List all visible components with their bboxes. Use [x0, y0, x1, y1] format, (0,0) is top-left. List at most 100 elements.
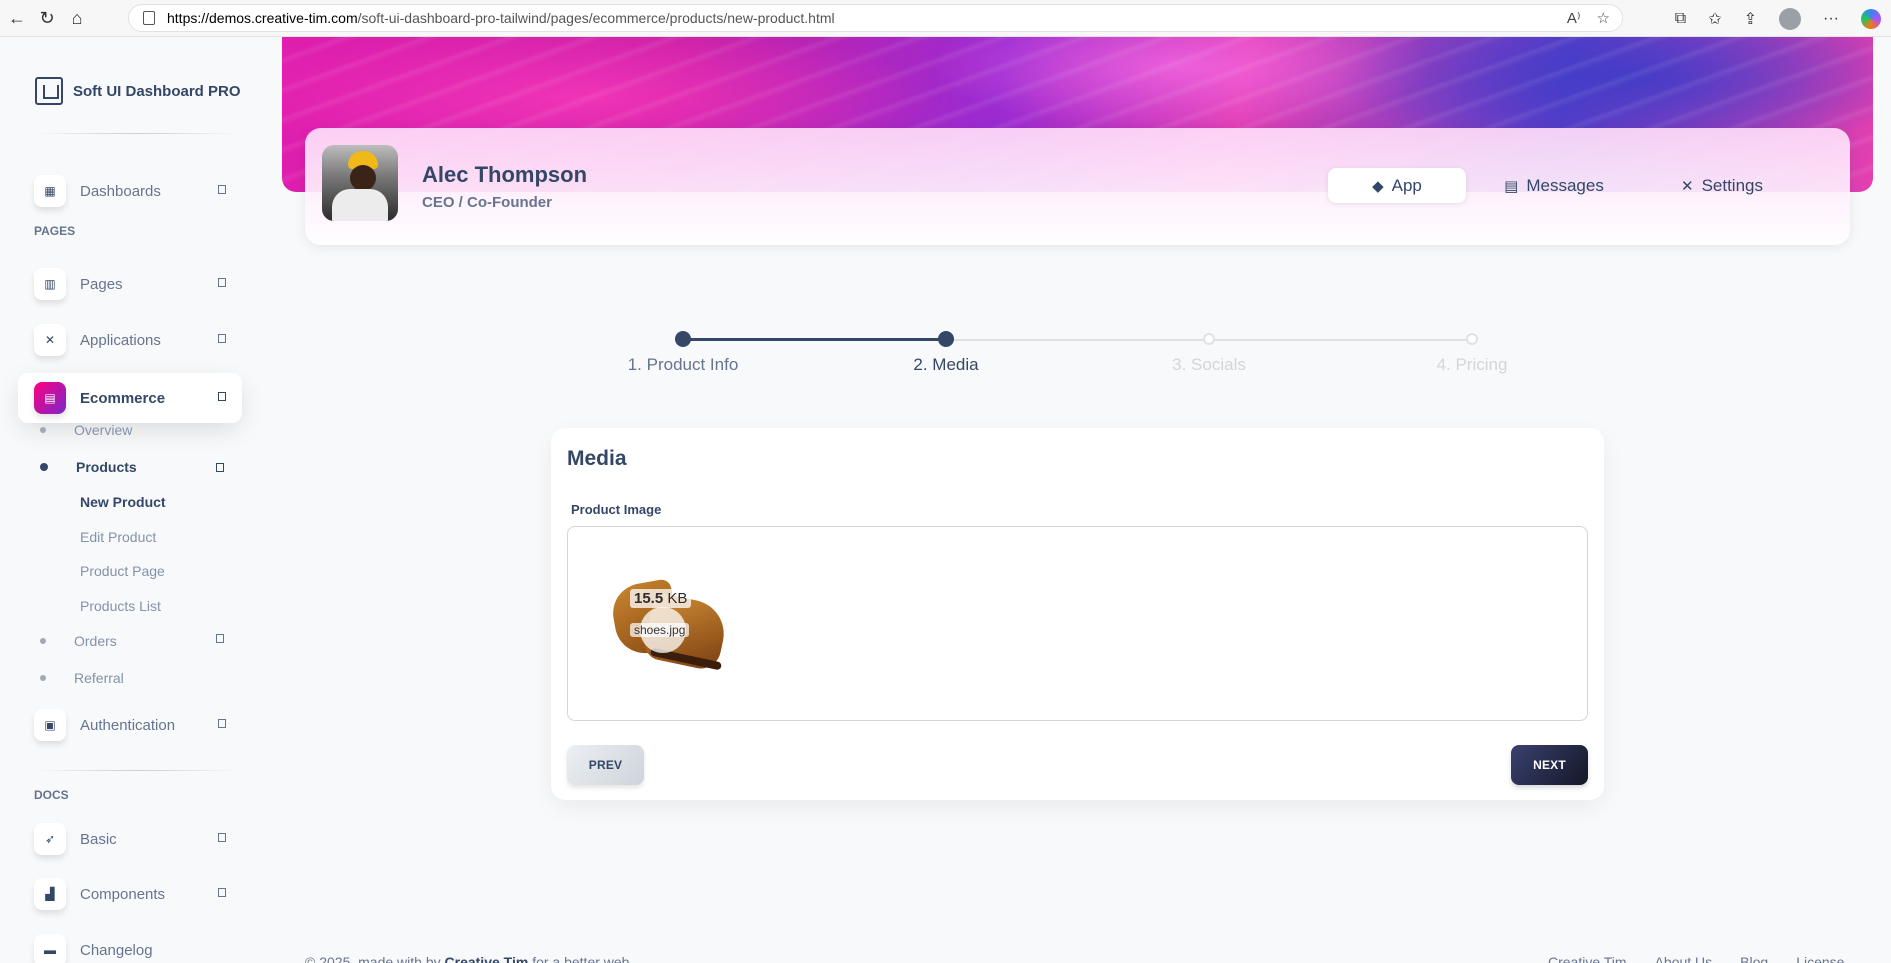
footer-link-license[interactable]: License: [1796, 954, 1844, 963]
brand[interactable]: Soft UI Dashboard PRO: [35, 77, 241, 105]
sidebar-item-dashboards[interactable]: ▦ Dashboards: [18, 166, 242, 216]
section-label-docs: DOCS: [34, 788, 69, 802]
product-image-label: Product Image: [571, 502, 662, 517]
file-name: shoes.jpg: [630, 623, 690, 637]
tab-label: Settings: [1701, 175, 1763, 195]
sidebar-divider: [35, 770, 240, 771]
step-label-product-info[interactable]: 1. Product Info: [628, 355, 739, 375]
office-icon: ▥: [34, 268, 66, 300]
document-icon: ▣: [34, 709, 66, 741]
footer-brand-link[interactable]: Creative Tim: [445, 954, 529, 963]
chevron-icon: [218, 278, 226, 287]
sidebar-item-pages[interactable]: ▥ Pages: [18, 259, 242, 309]
step-label-socials[interactable]: 3. Socials: [1172, 355, 1246, 375]
sidebar-item-label: Changelog: [80, 941, 153, 959]
sidebar-item-changelog[interactable]: ▬ Changelog: [18, 925, 242, 963]
media-card: Media Product Image 15.5 KB ✕ shoes.jpg …: [551, 428, 1604, 800]
sidebar-link-product-page[interactable]: Product Page: [80, 563, 165, 579]
sidebar-subitem-products[interactable]: Products: [40, 459, 137, 475]
messages-icon: ▤: [1504, 177, 1519, 195]
brand-logo-icon: [35, 77, 63, 105]
share-icon[interactable]: ⇪: [1744, 9, 1757, 29]
next-button[interactable]: NEXT: [1511, 745, 1588, 785]
step-label-media[interactable]: 2. Media: [913, 355, 978, 375]
tools-icon: ✕: [34, 324, 66, 356]
brand-name: Soft UI Dashboard PRO: [73, 82, 241, 100]
sidebar-subitem-referral[interactable]: Referral: [40, 670, 124, 686]
bullet-icon: [40, 463, 48, 471]
sidebar-subitem-label: Referral: [74, 670, 124, 686]
file-size-value: 15.5: [634, 590, 664, 607]
sidebar-subitem-label: Products: [76, 459, 137, 475]
cube-icon: ◆: [1372, 177, 1384, 195]
step-label-pricing[interactable]: 4. Pricing: [1437, 355, 1508, 375]
browser-profile-icon[interactable]: [1779, 7, 1802, 30]
sidebar-item-applications[interactable]: ✕ Applications: [18, 315, 242, 365]
sidebar-item-label: Pages: [80, 275, 123, 293]
sidebar-subitem-overview[interactable]: Overview: [40, 422, 132, 438]
sidebar-link-products-list[interactable]: Products List: [80, 598, 161, 614]
section-label-pages: PAGES: [34, 224, 76, 238]
tab-app[interactable]: ◆ App: [1328, 168, 1466, 203]
sidebar-item-label: Basic: [80, 830, 117, 848]
back-icon[interactable]: ←: [2, 3, 32, 33]
sidebar-item-label: Components: [80, 885, 166, 903]
media-title: Media: [567, 447, 627, 470]
avatar: [322, 145, 398, 221]
chevron-icon: [216, 634, 224, 643]
sidebar-item-label: Authentication: [80, 716, 176, 734]
sidebar-item-label: Ecommerce: [80, 389, 166, 407]
footer-copyright: © 2025, made with by Creative Tim for a …: [305, 954, 633, 963]
read-aloud-icon[interactable]: A⁾: [1567, 9, 1581, 27]
refresh-icon[interactable]: ↻: [32, 3, 62, 33]
extensions-icon[interactable]: ⧉: [1675, 10, 1686, 28]
footer-prefix: © 2025, made with by: [305, 954, 441, 963]
tab-settings[interactable]: ✕ Settings: [1642, 168, 1802, 203]
step-dot-2[interactable]: [938, 331, 954, 347]
components-icon: ▟: [34, 878, 66, 910]
sidebar-item-authentication[interactable]: ▣ Authentication: [18, 700, 242, 750]
sidebar-item-label: Dashboards: [80, 182, 161, 200]
address-bar[interactable]: https://demos.creative-tim.com/soft-ui-d…: [128, 4, 1623, 32]
profile-role: CEO / Co-Founder: [422, 194, 552, 211]
sidebar-item-components[interactable]: ▟ Components: [18, 869, 242, 919]
settings-tools-icon: ✕: [1680, 177, 1694, 195]
sidebar-link-edit-product[interactable]: Edit Product: [80, 529, 156, 545]
favorites-icon[interactable]: ✩: [1708, 9, 1721, 29]
footer-links: Creative Tim About Us Blog License: [1548, 954, 1844, 963]
tab-messages[interactable]: ▤ Messages: [1466, 168, 1642, 203]
home-icon[interactable]: ⌂: [62, 3, 92, 33]
step-dot-3[interactable]: [1203, 333, 1215, 345]
more-menu-icon[interactable]: ···: [1823, 10, 1839, 28]
sidebar-item-ecommerce[interactable]: ▤ Ecommerce: [18, 373, 242, 423]
tab-label: App: [1391, 175, 1422, 195]
sidebar-link-new-product[interactable]: New Product: [80, 494, 166, 510]
shop-icon: ▦: [34, 175, 66, 207]
footer-link-about-us[interactable]: About Us: [1655, 954, 1713, 963]
step-dot-1[interactable]: [675, 331, 691, 347]
chevron-icon: [216, 463, 224, 472]
chevron-icon: [218, 833, 226, 842]
copilot-icon[interactable]: [1861, 8, 1881, 29]
lock-icon: [143, 11, 155, 25]
browser-toolbar: ← ↻ ⌂ https://demos.creative-tim.com/sof…: [0, 0, 1891, 37]
sidebar-subitem-orders[interactable]: Orders: [40, 633, 117, 649]
step-dot-4[interactable]: [1466, 333, 1478, 345]
sidebar: Soft UI Dashboard PRO ▦ Dashboards PAGES…: [0, 37, 250, 963]
sidebar-item-basic[interactable]: ➶ Basic: [18, 814, 242, 864]
sidebar-item-label: Applications: [80, 331, 161, 349]
profile-tabs: ◆ App ▤ Messages ✕ Settings: [1328, 168, 1802, 203]
favorite-star-icon[interactable]: ☆: [1597, 9, 1610, 27]
stepper-progress: [683, 338, 946, 341]
tab-label: Messages: [1526, 175, 1604, 195]
profile-card: Alec Thompson CEO / Co-Founder ◆ App ▤ M…: [305, 128, 1850, 245]
footer-link-blog[interactable]: Blog: [1740, 954, 1768, 963]
sidebar-subitem-label: Overview: [74, 422, 133, 438]
prev-button[interactable]: PREV: [567, 745, 644, 785]
product-image-dropzone[interactable]: 15.5 KB ✕ shoes.jpg: [567, 526, 1588, 721]
footer-link-creative-tim[interactable]: Creative Tim: [1548, 954, 1627, 963]
footer-suffix: for a better web.: [532, 954, 634, 963]
chevron-icon: [218, 185, 226, 194]
image-preview[interactable]: 15.5 KB ✕ shoes.jpg: [604, 565, 724, 680]
file-size-unit: KB: [667, 590, 688, 607]
